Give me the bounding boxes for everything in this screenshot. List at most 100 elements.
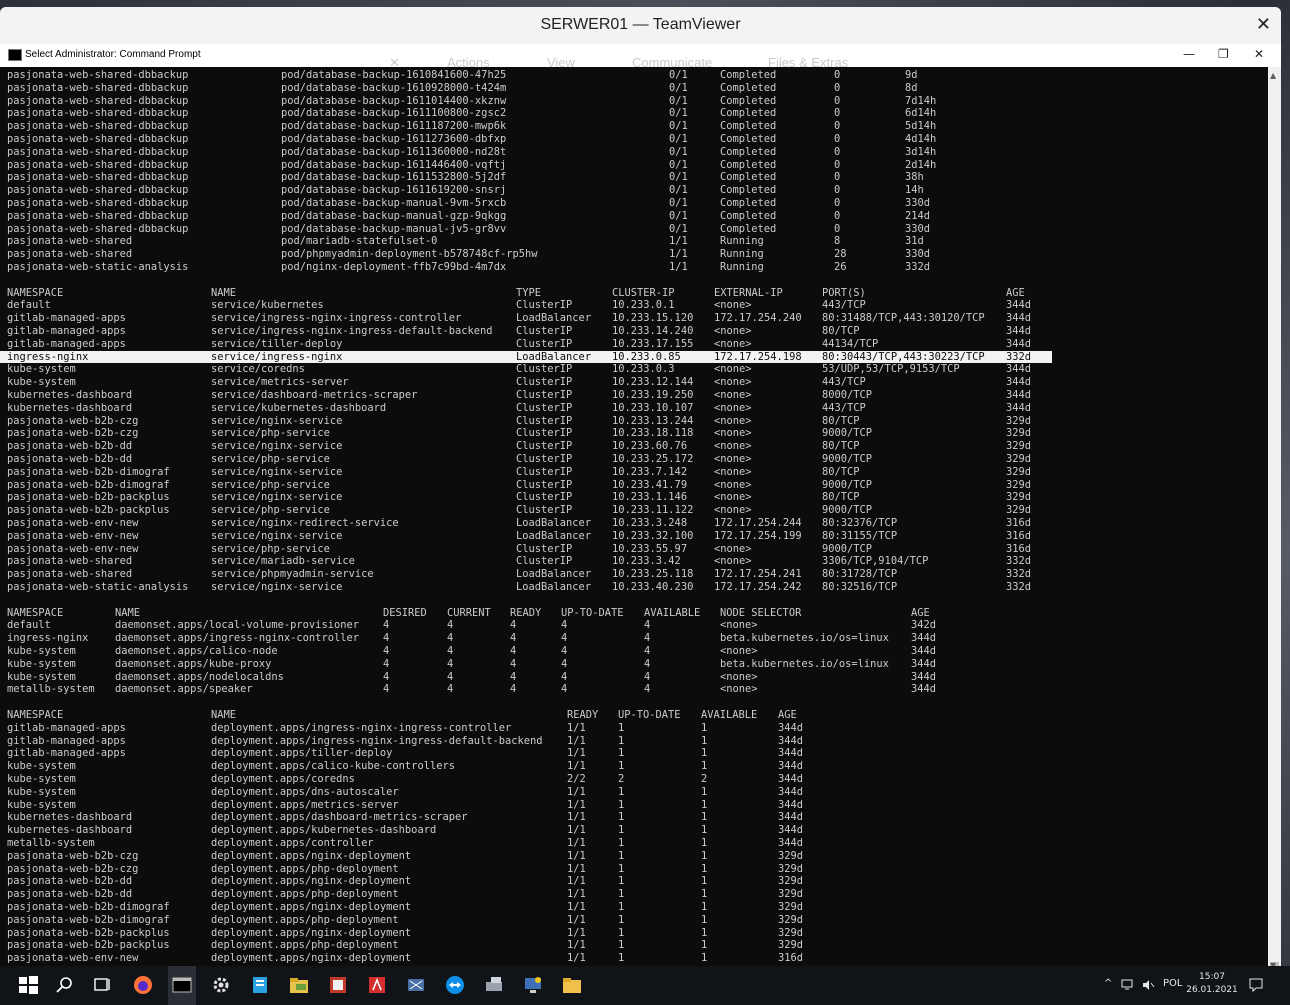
firefox-icon[interactable] (132, 974, 154, 996)
cell: gitlab-managed-apps (7, 747, 126, 760)
language-indicator[interactable]: POL (1163, 978, 1182, 989)
cell: pod/database-backup-1611187200-mwp6k (281, 120, 507, 133)
cell: gitlab-managed-apps (7, 325, 126, 337)
cell: pasjonata-web-b2b-packplus (7, 491, 170, 504)
service-row: pasjonata-web-b2b-dimograf service/nginx-… (0, 466, 1268, 479)
cell: pod/nginx-deployment-ffb7c99bd-4m7dx (281, 261, 507, 273)
cell: deployment.apps/controller (211, 837, 374, 849)
cell: 1 (618, 785, 625, 798)
cell: 1 (618, 734, 625, 747)
cell: 344d (1006, 312, 1032, 325)
cell: Completed (720, 107, 777, 120)
system-clock[interactable]: 15:07 26.01.2021 (1186, 971, 1238, 997)
cell: 4 (447, 683, 454, 696)
windows-start-icon[interactable] (17, 974, 39, 996)
vertical-scrollbar[interactable]: ▲ ▼ (1268, 67, 1281, 973)
pod-row: pasjonata-web-static-analysis pod/nginx-d… (0, 261, 1268, 274)
teamviewer-icon[interactable] (444, 974, 466, 996)
cell: 3d14h (905, 145, 937, 158)
cell: pasjonata-web-b2b-dd (7, 888, 133, 901)
toolbar-close-icon[interactable]: ✕ (389, 55, 400, 71)
cell: service/php-service (211, 453, 330, 465)
cell: 1 (701, 721, 708, 734)
toolbar-communicate[interactable]: Communicate (632, 55, 712, 70)
cell: 0/1 (669, 120, 688, 133)
toolbar-actions[interactable]: Actions (447, 55, 490, 70)
cell: 0 (834, 133, 841, 145)
scroll-up-arrow-icon[interactable]: ▲ (1270, 71, 1276, 80)
cell: ingress-nginx (7, 632, 89, 645)
cell: 1/1 (567, 785, 586, 798)
notifications-icon[interactable] (1248, 977, 1264, 993)
toolbar-view[interactable]: View (547, 55, 575, 70)
registry-editor-icon[interactable] (327, 974, 349, 996)
cell: 329d (1006, 478, 1032, 491)
cell: kubernetes-dashboard (7, 824, 133, 837)
cell: service/nginx-redirect-service (211, 517, 399, 529)
cell: 0/1 (669, 107, 688, 120)
cell: 10.233.40.230 (612, 581, 694, 593)
network-icon[interactable] (1121, 978, 1135, 992)
toolbar-files-extras[interactable]: Files & Extras (768, 55, 848, 70)
cell: 330d (905, 197, 931, 209)
settings-gear-icon[interactable] (210, 974, 232, 996)
cell: pasjonata-web-env-new (7, 529, 139, 542)
network-tool-icon[interactable] (405, 974, 427, 996)
cell: 0 (834, 107, 841, 120)
cell: deployment.apps/ingress-nginx-ingress-de… (211, 734, 543, 747)
minimize-button[interactable]: — (1183, 47, 1195, 61)
daemonset-row: default daemonset.apps/local-volume-provi… (0, 619, 1268, 632)
file-explorer-folder-icon[interactable] (288, 974, 310, 996)
cell: beta.kubernetes.io/os=linux (720, 632, 889, 645)
cell: pasjonata-web-shared-dbbackup (7, 107, 189, 120)
cell: kube-system (7, 785, 76, 798)
cell: 80:31488/TCP,443:30120/TCP (822, 312, 985, 325)
console-output[interactable]: pasjonata-web-shared-dbbackup pod/databas… (0, 67, 1268, 973)
speaker-muted-icon[interactable] (1141, 978, 1155, 992)
cell: 342d (911, 619, 937, 632)
cell: NAME (211, 286, 237, 299)
cell: daemonset.apps/nodelocaldns (115, 670, 284, 683)
teamviewer-close-button[interactable]: ✕ (1256, 14, 1271, 35)
search-icon[interactable] (54, 974, 76, 996)
service-row: ingress-nginx service/ingress-nginx LoadBa… (0, 350, 1052, 364)
cell: pasjonata-web-b2b-dd (7, 440, 133, 453)
cell: pasjonata-web-b2b-czg (7, 849, 139, 862)
cell: 1/1 (567, 811, 586, 824)
network-drive-icon[interactable] (483, 974, 505, 996)
remote-desktop-icon[interactable] (522, 974, 544, 996)
cell: 1/1 (567, 939, 586, 952)
cell: pasjonata-web-shared-dbbackup (7, 197, 189, 209)
close-button[interactable]: ✕ (1254, 47, 1264, 61)
cmd-icon[interactable] (171, 974, 193, 996)
deployment-row: kube-system deployment.apps/dns-autoscale… (0, 786, 1268, 799)
cell: 0/1 (669, 81, 688, 94)
cell: 1 (618, 798, 625, 811)
cell: deployment.apps/php-deployment (211, 862, 399, 875)
cell: 4 (561, 632, 568, 645)
pdf-reader-icon[interactable] (366, 974, 388, 996)
cell: pod/database-backup-1610928000-t424m (281, 81, 507, 94)
cell: 0/1 (669, 145, 688, 158)
cell: 329d (778, 913, 804, 926)
cell: 1 (618, 721, 625, 734)
cell: deployment.apps/php-deployment (211, 913, 399, 926)
cell: 344d (911, 645, 937, 657)
cell: kube-system (7, 773, 76, 785)
cell: 1 (701, 901, 708, 913)
maximize-button[interactable]: ❐ (1218, 47, 1229, 61)
tray-chevron-icon[interactable]: ^ (1104, 978, 1112, 989)
cell: pasjonata-web-static-analysis (7, 261, 189, 273)
folder-icon[interactable] (561, 974, 583, 996)
deployment-row: pasjonata-web-b2b-dd deployment.apps/ngin… (0, 875, 1268, 888)
cell: LoadBalancer (516, 529, 592, 542)
cell: 172.17.254.240 (714, 312, 802, 325)
cell: <none> (714, 440, 752, 453)
cell: 344d (1006, 299, 1032, 312)
cell: pod/database-backup-1611273600-dbfxp (281, 133, 507, 145)
deployment-row: kubernetes-dashboard deployment.apps/dash… (0, 811, 1268, 824)
cell: deployment.apps/nginx-deployment (211, 901, 412, 913)
pod-row: pasjonata-web-shared-dbbackup pod/databas… (0, 107, 1268, 120)
task-view-icon[interactable] (91, 974, 113, 996)
server-manager-icon[interactable] (249, 974, 271, 996)
